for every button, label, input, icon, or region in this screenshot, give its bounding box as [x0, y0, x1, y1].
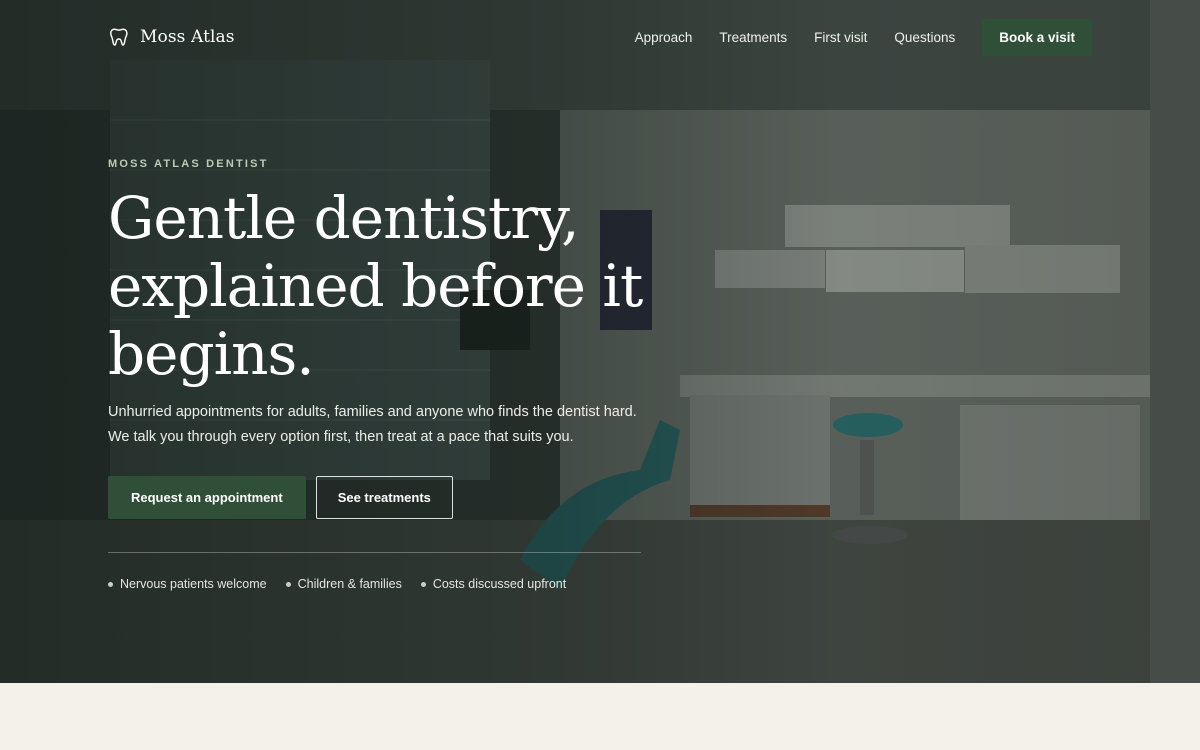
- top-navigation: Moss Atlas Approach Treatments First vis…: [108, 18, 1092, 56]
- highlight-label: Nervous patients welcome: [120, 577, 267, 591]
- nav-link-first-visit[interactable]: First visit: [814, 30, 867, 45]
- nav-link-treatments[interactable]: Treatments: [719, 30, 787, 45]
- request-appointment-button[interactable]: Request an appointment: [108, 476, 306, 519]
- next-section: [0, 683, 1200, 750]
- hero-content: MOSS ATLAS DENTIST Gentle dentistry, exp…: [108, 158, 668, 591]
- highlight-item: Children & families: [285, 577, 402, 591]
- bullet-dot-icon: [108, 581, 113, 587]
- nav-link-approach[interactable]: Approach: [635, 30, 693, 45]
- hero-section: Moss Atlas Approach Treatments First vis…: [0, 0, 1200, 683]
- see-treatments-button[interactable]: See treatments: [315, 476, 453, 519]
- hero-lede: Unhurried appointments for adults, famil…: [108, 404, 637, 445]
- brand-name: Moss Atlas: [140, 27, 235, 47]
- hero-actions: Request an appointment See treatments: [108, 476, 668, 519]
- bullet-dot-icon: [420, 581, 426, 587]
- highlight-item: Costs discussed upfront: [420, 577, 567, 591]
- nav-links: Approach Treatments First visit Question…: [635, 18, 1092, 56]
- highlight-item: Nervous patients welcome: [108, 577, 267, 591]
- highlight-label: Costs discussed upfront: [432, 577, 567, 591]
- tooth-icon: [110, 28, 128, 46]
- hero-highlights: Nervous patients welcome Children & fami…: [108, 577, 668, 591]
- hero-eyebrow: MOSS ATLAS DENTIST: [108, 158, 269, 170]
- brand-logo[interactable]: Moss Atlas: [108, 26, 235, 48]
- hero-headline: Gentle dentistry, explained before it be…: [108, 184, 643, 388]
- book-visit-button[interactable]: Book a visit: [982, 18, 1092, 56]
- nav-link-questions[interactable]: Questions: [894, 30, 955, 45]
- highlight-label: Children & families: [297, 577, 402, 591]
- hero-divider: [108, 552, 641, 553]
- bullet-dot-icon: [285, 581, 291, 587]
